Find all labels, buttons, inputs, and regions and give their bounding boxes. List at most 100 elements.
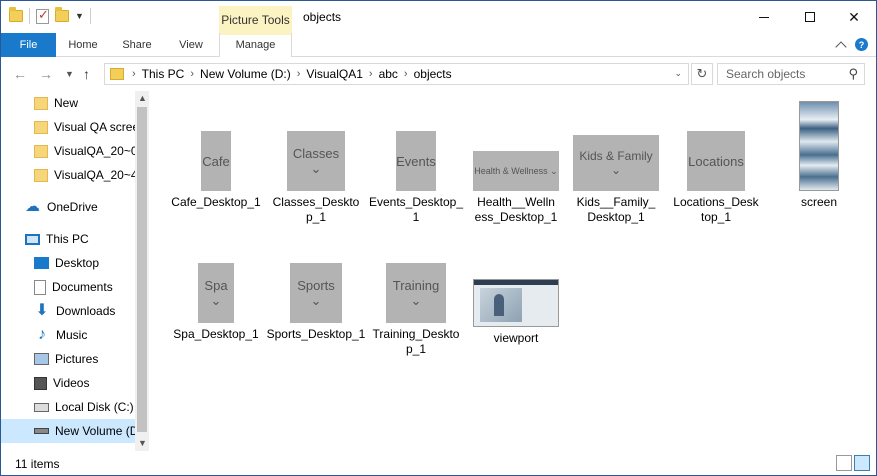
- chevron-right-icon[interactable]: ›: [297, 68, 301, 80]
- tab-file[interactable]: File: [1, 33, 56, 57]
- nav-item-visualqa-47[interactable]: VisualQA_20~47_: [1, 163, 135, 187]
- nav-item-downloads[interactable]: ⬇ Downloads: [1, 299, 135, 323]
- file-name: Cafe_Desktop_1: [171, 195, 261, 209]
- file-name: Health__Wellness_Desktop_1: [474, 195, 558, 224]
- nav-item-onedrive[interactable]: ☁ OneDrive: [1, 195, 135, 219]
- back-arrow-icon[interactable]: ←: [13, 66, 27, 82]
- minimize-button[interactable]: [741, 1, 787, 33]
- pictures-icon: [34, 353, 49, 365]
- tab-manage[interactable]: Manage: [219, 33, 292, 57]
- file-thumbnail: Kids & Family ⌄: [573, 135, 659, 191]
- close-button[interactable]: ✕: [831, 1, 877, 33]
- file-item[interactable]: Cafe Cafe_Desktop_1: [166, 131, 266, 210]
- address-bar[interactable]: › This PC › New Volume (D:) › VisualQA1 …: [104, 63, 689, 85]
- thumbnail-photo: [480, 288, 522, 322]
- videos-icon: [34, 376, 47, 390]
- scroll-up-icon[interactable]: ▲: [138, 93, 147, 103]
- computer-icon: [25, 233, 40, 245]
- status-bar: 11 items: [1, 453, 876, 475]
- properties-icon[interactable]: [36, 7, 49, 24]
- refresh-button[interactable]: ↻: [691, 63, 713, 85]
- nav-item-visualqa-07[interactable]: VisualQA_20~07_: [1, 139, 135, 163]
- nav-scrollbar[interactable]: ▲ ▼: [135, 91, 149, 451]
- scrollbar-thumb[interactable]: [137, 107, 147, 432]
- scroll-down-icon[interactable]: ▼: [138, 438, 147, 448]
- file-name: Events_Desktop_1: [368, 195, 464, 224]
- file-thumbnail: Spa ⌄: [198, 263, 234, 323]
- file-item[interactable]: Kids & Family ⌄ Kids__Family_Desktop_1: [566, 131, 666, 225]
- help-icon[interactable]: ?: [855, 38, 868, 51]
- file-name: screen: [800, 195, 838, 209]
- nav-item-new-volume[interactable]: New Volume (D:): [1, 419, 135, 443]
- music-icon: ♪: [38, 326, 46, 343]
- file-name: viewport: [493, 331, 539, 345]
- tab-share[interactable]: Share: [111, 33, 163, 57]
- download-icon: ⬇: [35, 302, 49, 319]
- nav-item-videos[interactable]: Videos: [1, 371, 135, 395]
- search-icon[interactable]: ⚲: [848, 66, 858, 82]
- breadcrumb-visualqa1[interactable]: VisualQA1: [306, 67, 362, 81]
- explorer-window: ▼ Picture Tools objects ✕ File Home Shar…: [0, 0, 877, 476]
- maximize-icon: [805, 12, 815, 22]
- file-item[interactable]: Training ⌄ Training_Desktop_1: [366, 263, 466, 357]
- file-item[interactable]: Sports ⌄ Sports_Desktop_1: [266, 263, 366, 342]
- nav-item-documents[interactable]: Documents: [1, 275, 135, 299]
- volume-icon: [34, 428, 49, 434]
- forward-arrow-icon[interactable]: →: [39, 66, 53, 82]
- file-item[interactable]: Locations Locations_Desktop_1: [666, 131, 766, 225]
- window-title: objects: [303, 10, 342, 24]
- nav-item-this-pc[interactable]: This PC: [1, 227, 135, 251]
- up-arrow-icon[interactable]: ↑: [83, 66, 90, 82]
- address-dropdown-icon[interactable]: ⌄: [674, 68, 682, 79]
- navigation-pane: New Visual QA screens VisualQA_20~07_ Vi…: [1, 91, 151, 451]
- chevron-right-icon[interactable]: ›: [190, 68, 194, 80]
- recent-locations-icon[interactable]: ▼: [65, 69, 74, 79]
- nav-item-pictures[interactable]: Pictures: [1, 347, 135, 371]
- nav-item-music[interactable]: ♪ Music: [1, 323, 135, 347]
- ribbon-right-controls: ?: [835, 38, 868, 53]
- large-icons-view-icon[interactable]: [854, 455, 870, 471]
- nav-item-visual-qa-screens[interactable]: Visual QA screens: [1, 115, 135, 139]
- file-item[interactable]: viewport: [466, 263, 566, 346]
- desktop-icon: [34, 257, 49, 269]
- address-row: ← → ▼ ↑ › This PC › New Volume (D:) › Vi…: [1, 58, 876, 90]
- tab-home[interactable]: Home: [57, 33, 109, 57]
- expand-ribbon-icon[interactable]: [835, 40, 847, 53]
- details-view-icon[interactable]: [836, 455, 852, 471]
- folder-icon[interactable]: [9, 7, 23, 22]
- chevron-right-icon[interactable]: ›: [369, 68, 373, 80]
- file-item[interactable]: screen: [769, 101, 869, 210]
- file-thumbnail: [473, 279, 559, 327]
- file-item[interactable]: Spa ⌄ Spa_Desktop_1: [166, 263, 266, 342]
- file-thumbnail: Health & Wellness ⌄: [473, 151, 559, 191]
- chevron-right-icon[interactable]: ›: [132, 68, 136, 80]
- file-name: Classes_Desktop_1: [272, 195, 360, 224]
- file-item[interactable]: Events Events_Desktop_1: [366, 131, 466, 225]
- quick-access-toolbar: ▼: [9, 7, 91, 24]
- file-item[interactable]: Health & Wellness ⌄ Health__Wellness_Des…: [466, 131, 566, 225]
- search-input[interactable]: [718, 64, 838, 84]
- search-box[interactable]: ⚲: [717, 63, 865, 85]
- breadcrumb-new-volume[interactable]: New Volume (D:): [200, 67, 291, 81]
- chevron-right-icon[interactable]: ›: [404, 68, 408, 80]
- nav-item-desktop[interactable]: Desktop: [1, 251, 135, 275]
- title-bar: ▼ Picture Tools objects ✕: [1, 1, 877, 34]
- folder-icon: [34, 120, 48, 134]
- qat-separator: [29, 8, 30, 24]
- file-item[interactable]: Classes ⌄ Classes_Desktop_1: [266, 131, 366, 225]
- customize-qat-icon[interactable]: ▼: [75, 11, 84, 21]
- nav-item-local-disk[interactable]: Local Disk (C:): [1, 395, 135, 419]
- nav-item-new[interactable]: New: [1, 91, 135, 115]
- qat-separator: [89, 8, 91, 24]
- breadcrumb-objects[interactable]: objects: [414, 67, 452, 81]
- view-toggle: [836, 455, 870, 471]
- folder-icon: [34, 96, 48, 110]
- breadcrumb-abc[interactable]: abc: [379, 67, 398, 81]
- file-thumbnail: Classes ⌄: [287, 131, 345, 191]
- cloud-icon: ☁: [25, 198, 40, 215]
- breadcrumb-this-pc[interactable]: This PC: [142, 67, 185, 81]
- minimize-icon: [759, 16, 769, 18]
- maximize-button[interactable]: [787, 1, 833, 33]
- tab-view[interactable]: View: [165, 33, 217, 57]
- new-folder-icon[interactable]: [55, 7, 69, 22]
